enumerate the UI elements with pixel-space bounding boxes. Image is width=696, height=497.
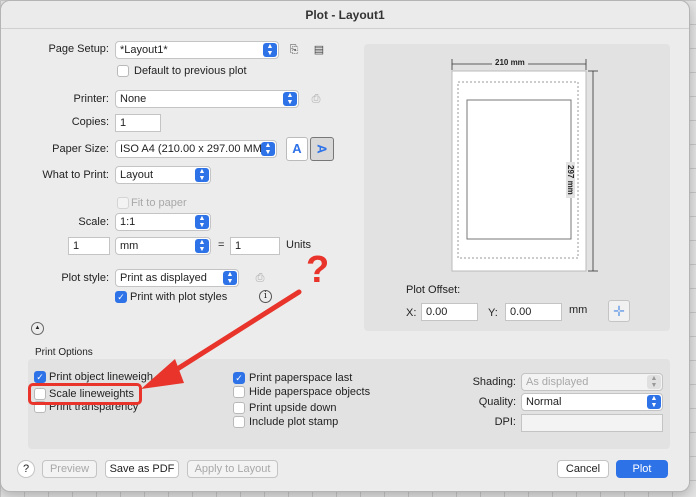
question-mark-annotation: ? [306, 249, 330, 291]
preview-button[interactable]: Preview [42, 460, 97, 478]
annotation-arrow [141, 289, 302, 389]
plot-dialog: Plot - Layout1 Page Setup: *Layout1* ▲ ▼ … [0, 0, 690, 492]
apply-to-layout-button[interactable]: Apply to Layout [187, 460, 278, 478]
save-as-pdf-button[interactable]: Save as PDF [105, 460, 179, 478]
help-button[interactable]: ? [17, 460, 35, 478]
plot-button[interactable]: Plot [616, 460, 668, 478]
cancel-button[interactable]: Cancel [557, 460, 609, 478]
